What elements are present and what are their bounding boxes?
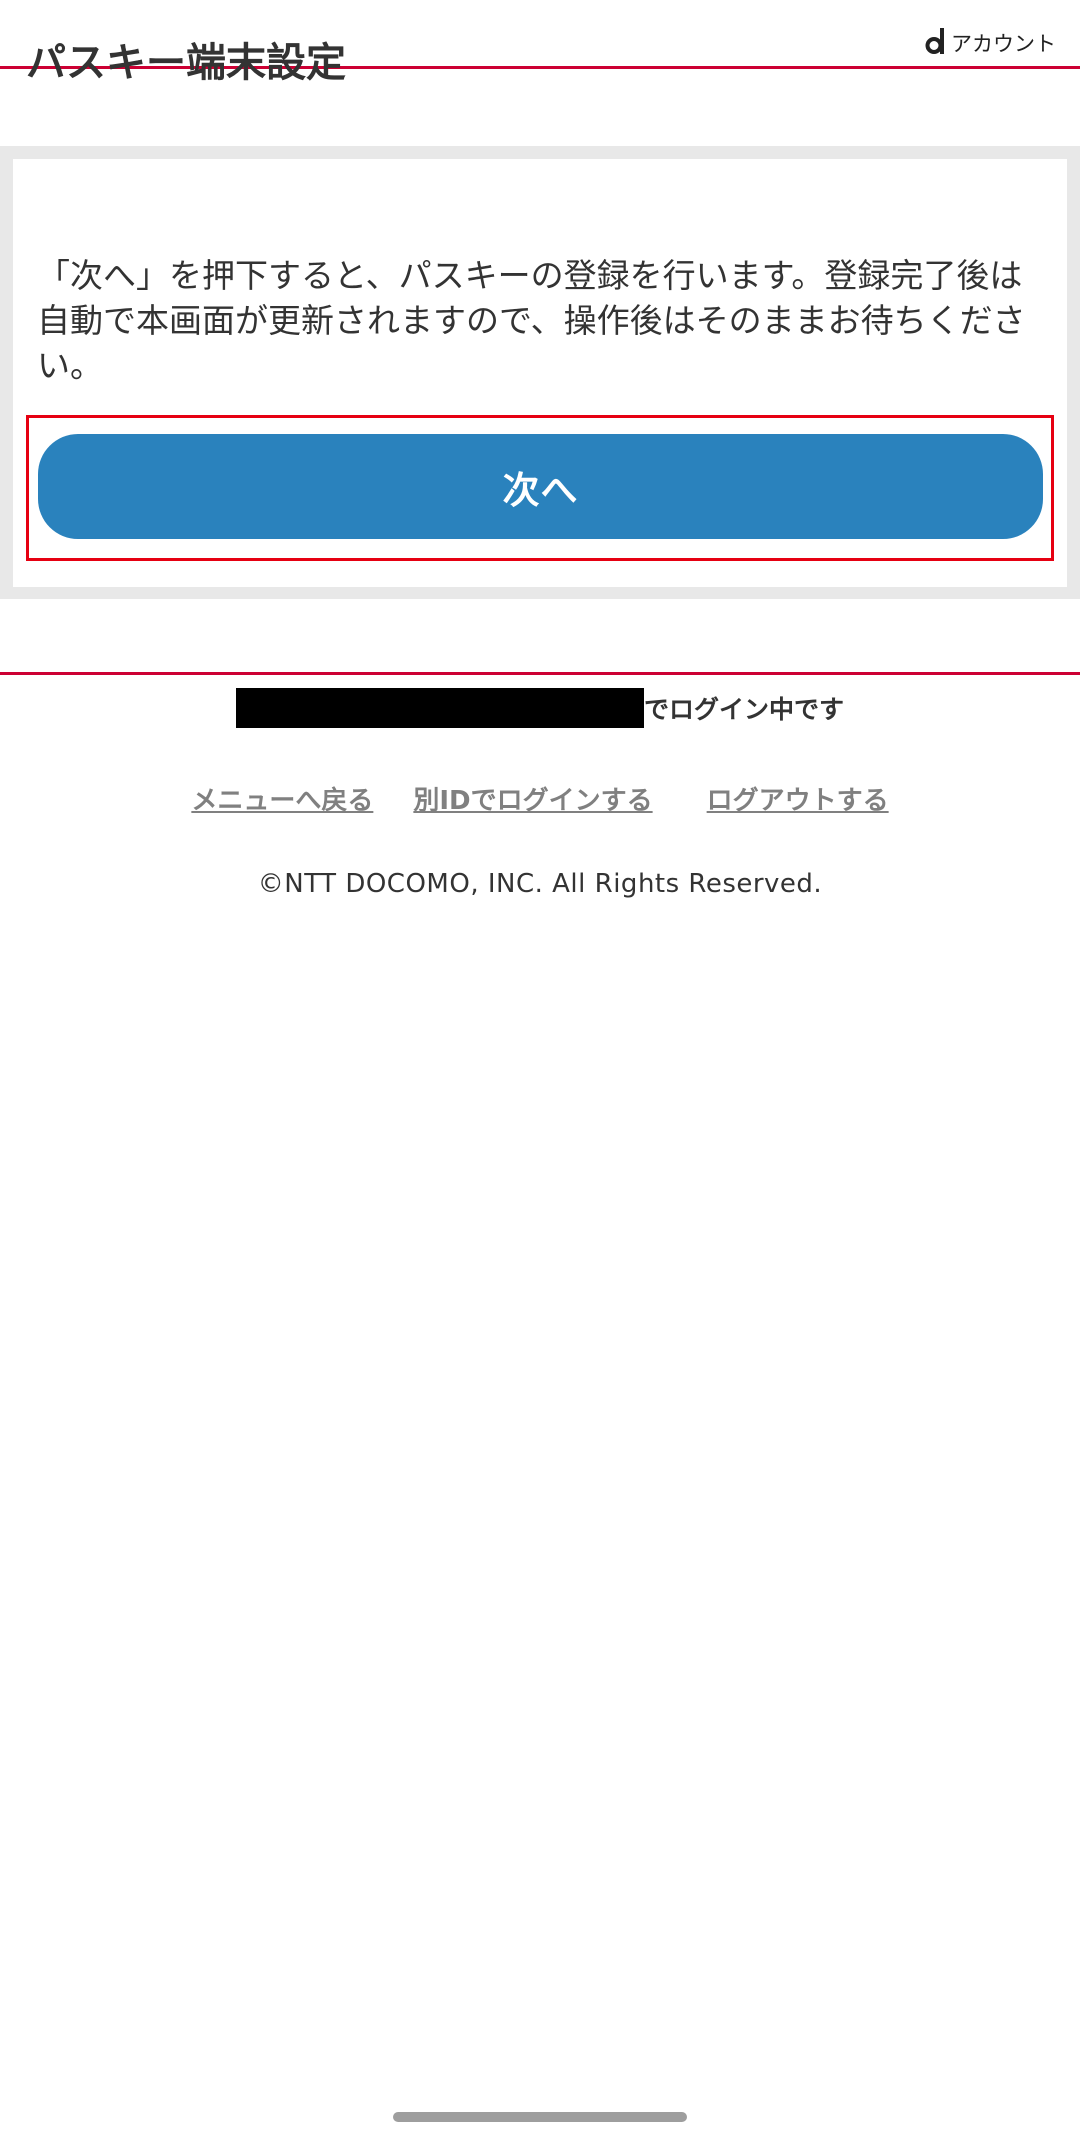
next-button-highlight: 次へ [26,415,1054,561]
brand-text: アカウント [951,32,1056,56]
footer-links: メニューへ戻る 別IDでログインする ログアウトする [0,780,1080,817]
content-panel: 「次へ」を押下すると、パスキーの登録を行います。登録完了後は自動で本画面が更新さ… [0,146,1080,599]
d-logo-icon [925,28,944,54]
home-indicator[interactable] [393,2112,687,2122]
instruction-text: 「次へ」を押下すると、パスキーの登録を行います。登録完了後は自動で本画面が更新さ… [37,256,1026,385]
logout-link[interactable]: ログアウトする [707,780,889,817]
login-other-id-link[interactable]: 別IDでログインする [413,780,652,817]
back-to-menu-link[interactable]: メニューへ戻る [191,780,373,817]
page-title: パスキー端末設定 [26,39,346,86]
d-account-logo: アカウント [925,26,1056,56]
login-status: でログイン中です [0,688,1080,728]
next-button[interactable]: 次へ [38,434,1043,539]
copyright: ©NTT DOCOMO, INC. All Rights Reserved. [257,869,823,899]
content-card: 「次へ」を押下すると、パスキーの登録を行います。登録完了後は自動で本画面が更新さ… [13,159,1067,587]
footer-divider [0,672,1080,675]
login-status-text: でログイン中です [643,695,844,724]
redacted-account-id [235,688,644,728]
page-header: パスキー端末設定 アカウント [0,0,1080,85]
